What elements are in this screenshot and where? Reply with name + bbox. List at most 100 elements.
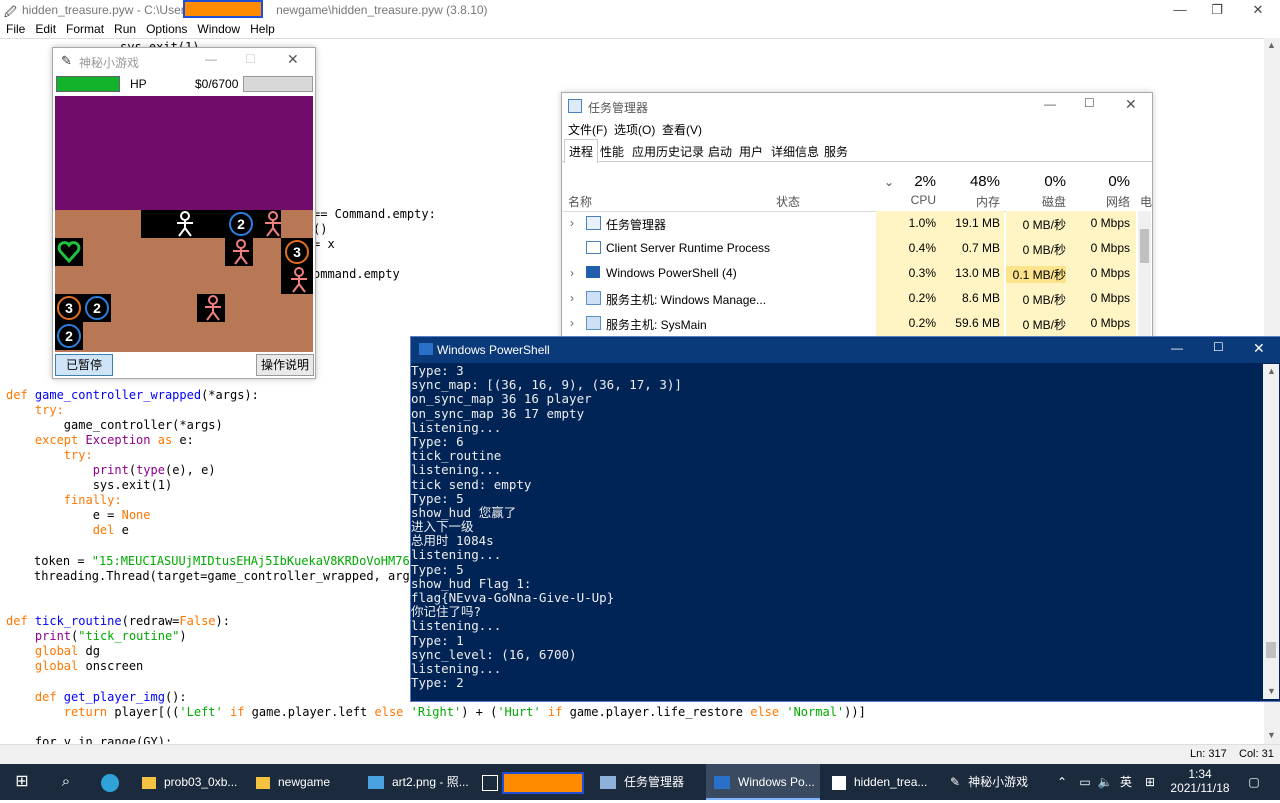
process-row[interactable]: › 服务主机: SysMain 0.2% 59.6 MB 0 MB/秒 0 Mb… bbox=[562, 311, 1136, 336]
process-disk: 0 MB/秒 bbox=[1022, 218, 1066, 232]
process-row[interactable]: › 服务主机: Windows Manage... 0.2% 8.6 MB 0 … bbox=[562, 286, 1136, 311]
tab-users[interactable]: 用户 bbox=[739, 143, 763, 160]
taskbar-item-newgame[interactable]: newgame bbox=[248, 764, 358, 800]
process-row[interactable]: › Windows PowerShell (4) 0.3% 13.0 MB 0.… bbox=[562, 261, 1136, 286]
close-icon[interactable]: ✕ bbox=[1125, 96, 1137, 113]
console-scrollbar[interactable]: ▲ ▼ bbox=[1263, 364, 1279, 699]
process-name: 任务管理器 bbox=[606, 218, 667, 232]
menu-options[interactable]: Options bbox=[140, 20, 191, 36]
notification-icon[interactable]: ▢ bbox=[1240, 764, 1268, 800]
enemy-icon bbox=[265, 211, 281, 237]
console-line: show_hud Flag 1: bbox=[411, 575, 532, 591]
process-memory: 19.1 MB bbox=[955, 216, 1000, 230]
expand-chevron-icon[interactable]: › bbox=[570, 316, 574, 330]
minimize-icon[interactable]: — bbox=[205, 52, 217, 66]
process-disk: 0 MB/秒 bbox=[1022, 318, 1066, 332]
taskbar-item-redacted[interactable] bbox=[476, 764, 586, 800]
clock-time: 1:34 bbox=[1188, 767, 1212, 781]
taskbar-item-powershell[interactable]: Windows Po... bbox=[706, 764, 820, 800]
tab-services[interactable]: 服务 bbox=[824, 143, 848, 160]
minimize-icon[interactable]: — bbox=[1171, 341, 1183, 355]
taskbar-item-taskmgr[interactable]: 任务管理器 bbox=[592, 764, 702, 800]
col-disk[interactable]: 磁盘 bbox=[1006, 193, 1066, 210]
close-icon[interactable]: ✕ bbox=[1238, 0, 1278, 20]
tab-processes[interactable]: 进程 bbox=[564, 139, 599, 163]
taskbar-item-game[interactable]: ✎ 神秘小游戏 bbox=[940, 764, 1044, 800]
menu-run[interactable]: Run bbox=[108, 20, 140, 36]
menu-help[interactable]: Help bbox=[244, 20, 279, 36]
col-status[interactable]: 状态 bbox=[776, 193, 800, 210]
menu-edit[interactable]: Edit bbox=[29, 20, 60, 36]
tray-chevron-icon[interactable]: ⌃ bbox=[1054, 764, 1070, 800]
maximize-icon[interactable]: ☐ bbox=[1213, 340, 1224, 354]
powershell-icon bbox=[714, 776, 730, 790]
maximize-icon[interactable]: ☐ bbox=[1084, 96, 1095, 110]
network-icon[interactable]: ▭ bbox=[1076, 764, 1094, 800]
code-line: global onscreen bbox=[6, 659, 144, 673]
process-cpu: 0.3% bbox=[908, 266, 936, 280]
col-memory[interactable]: 内存 bbox=[940, 193, 1000, 210]
scroll-down-icon[interactable]: ▼ bbox=[1267, 686, 1276, 696]
scroll-thumb[interactable] bbox=[1266, 642, 1276, 658]
clock[interactable]: 1:34 2021/11/18 bbox=[1168, 764, 1232, 803]
minimize-icon[interactable]: — bbox=[1160, 0, 1200, 20]
minimize-icon[interactable]: — bbox=[1044, 97, 1056, 111]
console-output[interactable]: Type: 3 sync_map: [(36, 16, 9), (36, 17, … bbox=[411, 364, 1263, 698]
close-icon[interactable]: ✕ bbox=[287, 51, 299, 68]
search-icon[interactable]: ⌕ bbox=[48, 764, 84, 800]
task-manager-window[interactable]: 任务管理器 — ☐ ✕ 文件(F) 选项(O) 查看(V) 进程 性能 应用历史… bbox=[561, 92, 1153, 340]
powershell-window[interactable]: Windows PowerShell — ☐ ✕ Type: 3 sync_map… bbox=[410, 336, 1280, 702]
taskbar-item-idle[interactable]: hidden_trea... bbox=[826, 764, 936, 800]
windows-start-icon[interactable]: ⊞ bbox=[0, 764, 44, 800]
sky-area bbox=[55, 96, 313, 210]
taskmgr-menu-file[interactable]: 文件(F) bbox=[568, 121, 607, 138]
close-icon[interactable]: ✕ bbox=[1253, 340, 1265, 357]
pause-button[interactable]: 已暂停 bbox=[55, 354, 113, 376]
code-line: return player[(('Left' if game.player.le… bbox=[6, 705, 866, 719]
taskbar-item-prob03[interactable]: prob03_0xb... bbox=[134, 764, 244, 800]
tab-details[interactable]: 详细信息 bbox=[771, 143, 819, 160]
col-power[interactable]: 电 bbox=[1140, 193, 1152, 210]
col-name[interactable]: 名称 bbox=[568, 193, 592, 210]
document-icon bbox=[832, 775, 846, 790]
maximize-icon[interactable]: ❐ bbox=[1197, 0, 1237, 20]
taskmgr-menu-view[interactable]: 查看(V) bbox=[662, 121, 702, 138]
tab-performance[interactable]: 性能 bbox=[600, 143, 624, 160]
menu-file[interactable]: File bbox=[0, 20, 29, 36]
ime-indicator[interactable]: 英 bbox=[1116, 764, 1136, 800]
game-window[interactable]: ✎ 神秘小游戏 — ☐ ✕ HP $0/6700 2 3 3 2 2 已暂停 操… bbox=[52, 47, 316, 379]
process-row[interactable]: Client Server Runtime Process 0.4% 0.7 M… bbox=[562, 236, 1136, 261]
taskmgr-menu-options[interactable]: 选项(O) bbox=[614, 121, 655, 138]
help-button[interactable]: 操作说明 bbox=[256, 354, 314, 376]
console-line: listening... bbox=[411, 462, 502, 478]
code-line: for y in range(GY): bbox=[6, 735, 173, 744]
code-line: except Exception as e: bbox=[6, 433, 194, 447]
tab-app-history[interactable]: 应用历史记录 bbox=[632, 143, 704, 160]
console-line: listening... bbox=[411, 547, 502, 563]
menu-window[interactable]: Window bbox=[191, 20, 244, 36]
speaker-icon[interactable]: 🔈 bbox=[1096, 764, 1114, 800]
taskbar-item-art2[interactable]: art2.png - 照... bbox=[362, 764, 472, 800]
keyboard-icon[interactable]: ⊞ bbox=[1140, 764, 1160, 800]
scroll-up-icon[interactable]: ▲ bbox=[1267, 366, 1276, 376]
taskmgr-icon bbox=[568, 99, 582, 113]
expand-chevron-icon[interactable]: › bbox=[570, 216, 574, 230]
tab-startup[interactable]: 启动 bbox=[708, 143, 732, 160]
console-line: sync_map: [(36, 16, 9), (36, 17, 3)] bbox=[411, 377, 682, 393]
console-line: on_sync_map 36 17 empty bbox=[411, 405, 585, 421]
taskmgr-scrollbar[interactable] bbox=[1138, 211, 1151, 339]
code-line: finally: bbox=[6, 493, 122, 507]
scroll-down-icon[interactable]: ▼ bbox=[1267, 730, 1276, 740]
code-line: def get_player_img(): bbox=[6, 690, 187, 704]
edge-icon[interactable] bbox=[90, 764, 130, 800]
expand-chevron-icon[interactable]: › bbox=[570, 291, 574, 305]
menu-format[interactable]: Format bbox=[60, 20, 108, 36]
scroll-thumb[interactable] bbox=[1140, 229, 1149, 263]
process-row[interactable]: › 任务管理器 1.0% 19.1 MB 0 MB/秒 0 Mbps bbox=[562, 211, 1136, 236]
scroll-up-icon[interactable]: ▲ bbox=[1267, 40, 1276, 50]
col-cpu[interactable]: CPU bbox=[876, 193, 936, 207]
game-board[interactable]: 2 3 3 2 2 bbox=[55, 96, 313, 352]
expand-chevron-icon[interactable]: › bbox=[570, 266, 574, 280]
code-line: def game_controller_wrapped(*args): bbox=[6, 388, 259, 402]
col-network[interactable]: 网络 bbox=[1070, 193, 1130, 210]
